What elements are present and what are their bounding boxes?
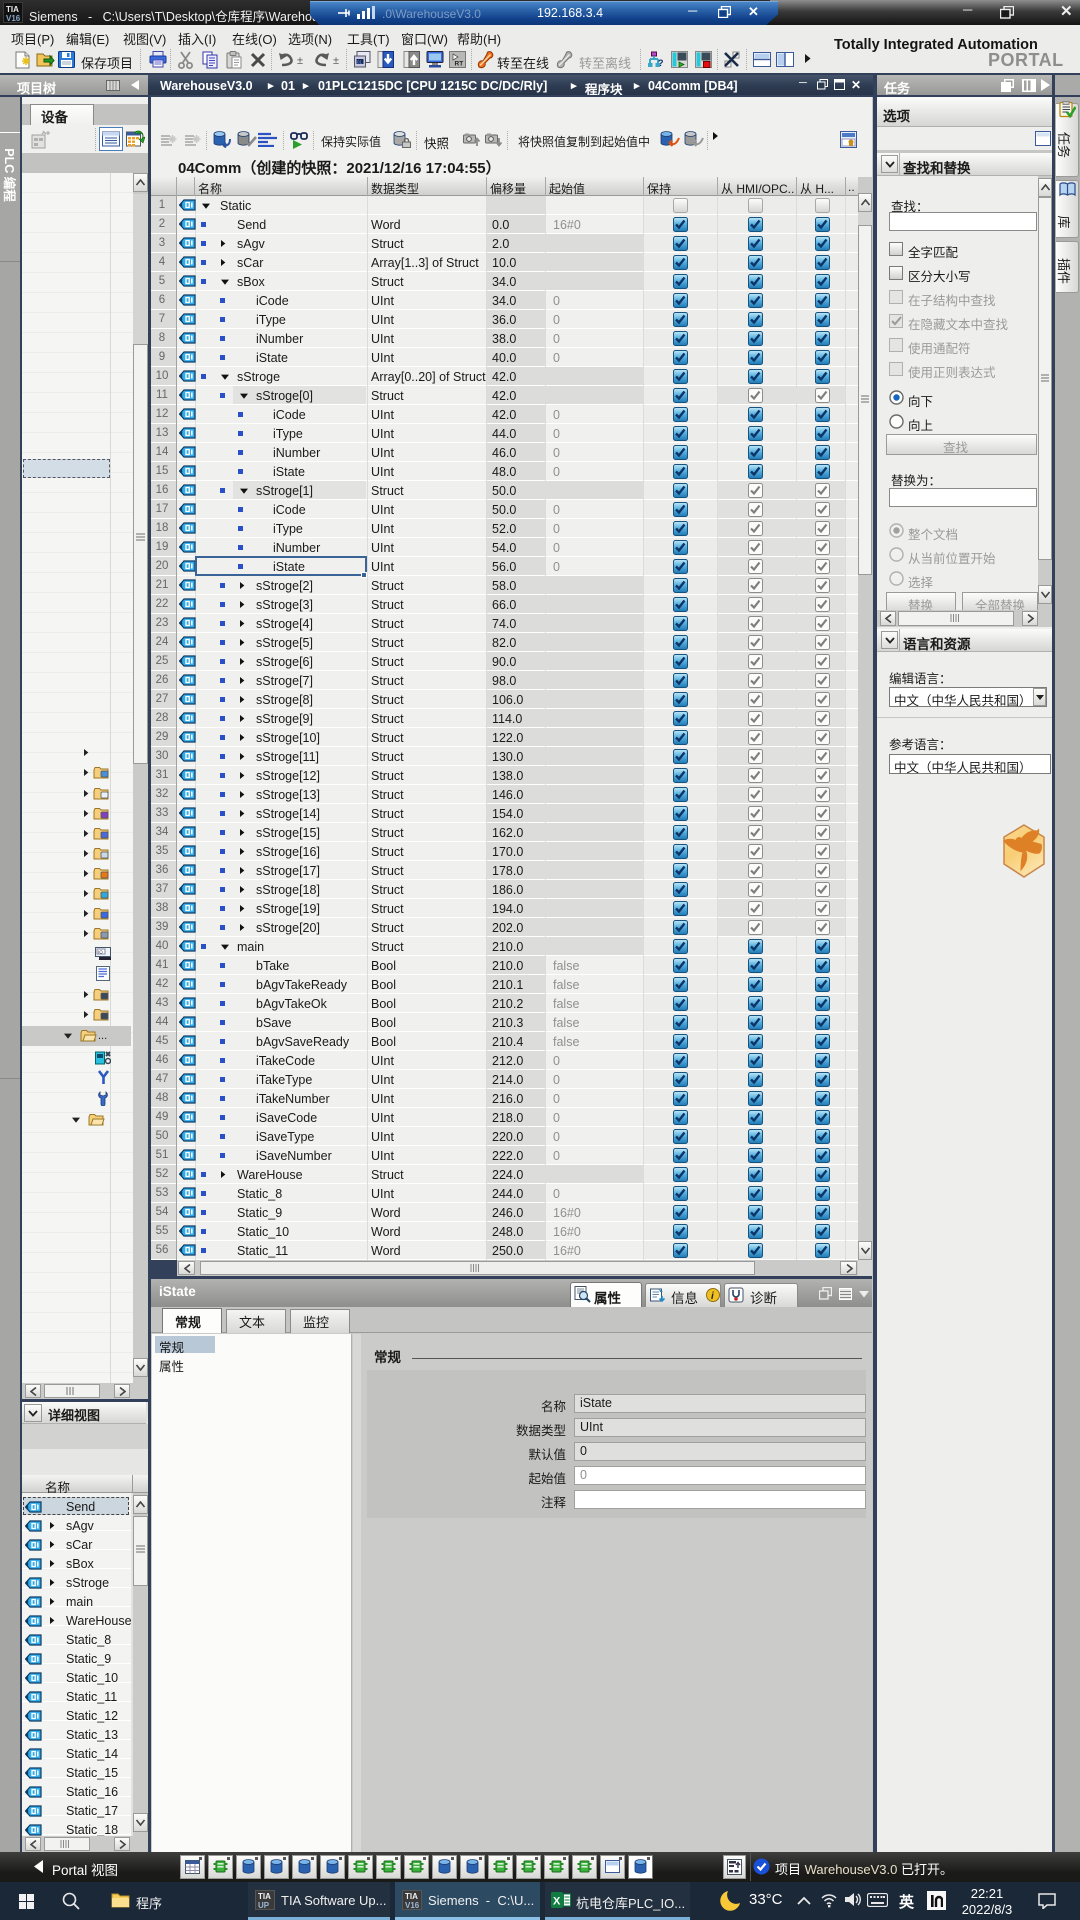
svg-text:RT: RT bbox=[455, 61, 464, 68]
svg-text:X: X bbox=[553, 1896, 561, 1908]
svg-text:01: 01 bbox=[357, 59, 363, 64]
svg-text:IO: IO bbox=[98, 949, 103, 954]
svg-text:i: i bbox=[711, 1291, 714, 1302]
svg-text:?: ? bbox=[658, 58, 664, 68]
